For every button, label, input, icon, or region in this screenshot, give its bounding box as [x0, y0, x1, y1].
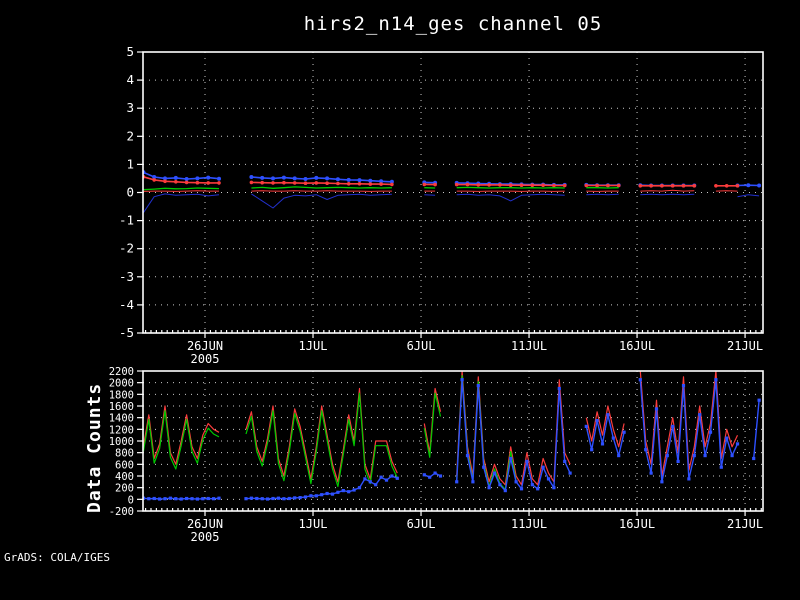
- grid-lines: [143, 52, 763, 333]
- series-group: [143, 371, 761, 501]
- svg-text:16JUL: 16JUL: [619, 339, 655, 353]
- svg-text:1800: 1800: [109, 389, 134, 401]
- svg-text:3: 3: [126, 100, 134, 115]
- svg-text:1600: 1600: [109, 401, 134, 413]
- series-group: [143, 170, 762, 213]
- thin-blue-line: [143, 193, 760, 213]
- svg-text:16JUL: 16JUL: [619, 517, 655, 531]
- svg-text:26JUN: 26JUN: [187, 517, 223, 531]
- green-line: [143, 186, 619, 191]
- svg-text:6JUL: 6JUL: [407, 339, 436, 353]
- thin-red-line: [143, 189, 738, 192]
- panel-bottom: 2200200018001600140012001000800600400200…: [109, 366, 764, 544]
- svg-text:-1: -1: [119, 213, 134, 228]
- svg-text:1200: 1200: [109, 424, 134, 436]
- svg-text:-5: -5: [119, 325, 134, 340]
- svg-text:2005: 2005: [191, 352, 220, 366]
- panel-top: 5 4 3 2 1 0 -1 -2 -3 -4 -5 26JUN2005 1JUL 6JUL 11JUL 16…: [119, 44, 764, 366]
- svg-text:800: 800: [115, 448, 134, 460]
- svg-text:21JUL: 21JUL: [727, 517, 763, 531]
- svg-text:1000: 1000: [109, 436, 134, 448]
- axis-tick-labels: 5 4 3 2 1 0 -1 -2 -3 -4 -5 26JUN2005 1JUL 6JUL 11JUL 16…: [119, 44, 763, 366]
- counts-red: [143, 371, 739, 486]
- svg-text:600: 600: [115, 459, 134, 471]
- svg-text:1400: 1400: [109, 413, 134, 425]
- svg-text:1JUL: 1JUL: [299, 517, 328, 531]
- counts-green: [143, 375, 517, 490]
- svg-text:400: 400: [115, 471, 134, 483]
- svg-text:2000: 2000: [109, 378, 134, 390]
- axis-ticks: [137, 51, 762, 338]
- grads-screen: hirs2_n14_ges channel 05 5 4 3 2 1 0 -1 -2 -3 -4-…: [0, 0, 800, 600]
- svg-text:6JUL: 6JUL: [407, 517, 436, 531]
- svg-text:2005: 2005: [191, 530, 220, 544]
- svg-text:4: 4: [126, 72, 134, 87]
- svg-text:0: 0: [128, 494, 134, 506]
- svg-text:11JUL: 11JUL: [511, 339, 547, 353]
- svg-text:0: 0: [126, 185, 134, 200]
- svg-text:2: 2: [126, 128, 134, 143]
- svg-text:26JUN: 26JUN: [187, 339, 223, 353]
- svg-text:-3: -3: [119, 269, 134, 284]
- mean-red-markers: [143, 175, 740, 188]
- svg-text:21JUL: 21JUL: [727, 339, 763, 353]
- grads-credit: GrADS: COLA/IGES: [4, 551, 110, 564]
- svg-text:1JUL: 1JUL: [299, 339, 328, 353]
- svg-text:1: 1: [126, 156, 134, 171]
- svg-text:11JUL: 11JUL: [511, 517, 547, 531]
- svg-text:200: 200: [115, 483, 134, 495]
- mean-blue-markers: [143, 170, 762, 188]
- svg-text:2200: 2200: [109, 366, 134, 378]
- plot-frame: [142, 51, 764, 334]
- svg-text:-2: -2: [119, 241, 134, 256]
- svg-text:5: 5: [126, 44, 134, 59]
- bottom-plot-ylabel: Data Counts: [84, 382, 105, 514]
- svg-text:-4: -4: [119, 297, 134, 312]
- counts-blue: [143, 378, 761, 501]
- charts-canvas: 543210-1-2-3-4-526JUN20051JUL 6JUL 11JUL 16…: [109, 44, 764, 544]
- svg-text:-200: -200: [109, 506, 134, 518]
